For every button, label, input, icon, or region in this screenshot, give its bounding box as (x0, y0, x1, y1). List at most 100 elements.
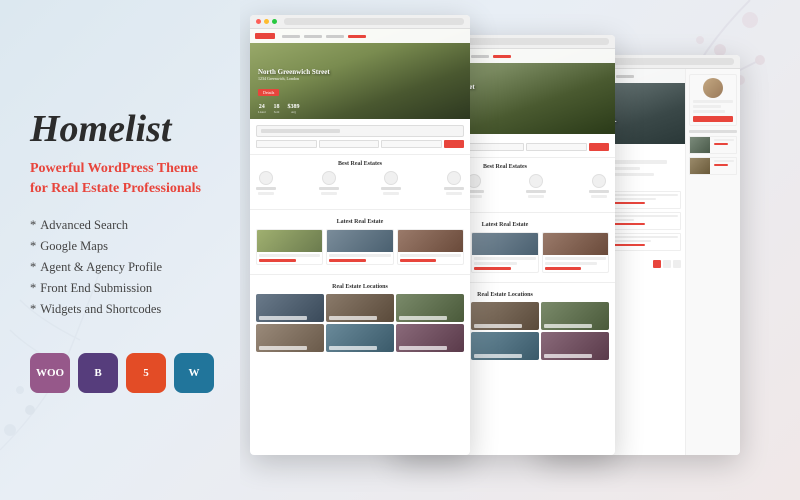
loc-label (399, 346, 447, 350)
nav-link (304, 35, 322, 38)
mockup-hero-main: North Greenwich Street 1234 Greenwich, L… (250, 29, 470, 119)
page-inactive (673, 260, 681, 268)
feature-item: Google Maps (30, 239, 260, 254)
card-price (329, 259, 366, 262)
location-3 (541, 302, 609, 330)
locations-title-main: Real Estate Locations (256, 284, 464, 290)
badge-bootstrap: B (78, 353, 118, 393)
feature-item: Agent & Agency Profile (30, 260, 260, 275)
nav-links (282, 35, 366, 38)
listing-img (690, 158, 710, 174)
card-img (398, 230, 463, 252)
card-title-line (474, 257, 535, 260)
stat-2: 18 Sold (274, 104, 280, 114)
feature-icon (322, 171, 336, 185)
badge-html5: 5 (126, 353, 166, 393)
brand-title: Homelist (30, 107, 260, 151)
latest-card-1 (256, 229, 323, 265)
icon-item (319, 171, 339, 195)
pagination (653, 260, 681, 268)
location-label (544, 354, 592, 358)
card-body (543, 255, 608, 272)
section-divider (250, 209, 470, 210)
loc-label (259, 346, 307, 350)
sidebar-listing-1 (689, 136, 737, 154)
nav-link (616, 75, 634, 78)
loc-5 (326, 324, 394, 352)
nav-link (326, 35, 344, 38)
card-price (400, 259, 437, 262)
mockup-nav-main (250, 29, 470, 43)
feature-item: Front End Submission (30, 281, 260, 296)
mockup-bar-main (250, 15, 470, 29)
agent-btn (693, 116, 733, 122)
loc-3 (396, 294, 464, 322)
listing-price (714, 164, 728, 166)
icon-item (526, 174, 546, 198)
search-button[interactable] (589, 143, 609, 151)
loc-1 (256, 294, 324, 322)
latest-cards (256, 229, 464, 265)
left-panel: Homelist Powerful WordPress Theme for Re… (30, 0, 260, 500)
location-label (544, 324, 592, 328)
card-body (327, 252, 392, 264)
feature-sublabel (446, 192, 462, 195)
location-5 (471, 332, 539, 360)
feature-item: Widgets and Shortcodes (30, 302, 260, 317)
loc-2 (326, 294, 394, 322)
mockup-main: North Greenwich Street 1234 Greenwich, L… (250, 15, 470, 455)
sidebar-heading (689, 130, 737, 133)
feature-icon (259, 171, 273, 185)
dot-yellow (264, 19, 269, 24)
card-line (259, 254, 320, 257)
stat-3: $389 Avg (288, 104, 300, 114)
latest-title: Latest Real Estate (256, 219, 464, 225)
location-label (474, 324, 522, 328)
card-line (400, 254, 461, 257)
listing-info (712, 158, 736, 174)
feature-label (381, 187, 401, 190)
latest-card-3 (397, 229, 464, 265)
icon-item (444, 171, 464, 195)
card-image (543, 233, 608, 255)
property-card-2 (471, 232, 538, 273)
feature-label (589, 190, 609, 193)
card-price (474, 267, 511, 270)
feature-sublabel (383, 192, 399, 195)
search-field-3 (381, 140, 442, 148)
card-body (472, 255, 537, 272)
feature-item: Advanced Search (30, 218, 260, 233)
card-price (259, 259, 296, 262)
listing-line (714, 160, 734, 162)
card-body (257, 252, 322, 264)
feature-icon (529, 174, 543, 188)
card-info-line (545, 262, 597, 265)
sidebar-listing-2 (689, 157, 737, 175)
card-line (329, 254, 390, 257)
card-price (545, 267, 582, 270)
icon-item (589, 174, 609, 198)
locations-grid-main (256, 294, 464, 352)
url-bar (284, 18, 464, 25)
card-info-line (474, 262, 517, 265)
latest-card-2 (326, 229, 393, 265)
search-field (526, 143, 587, 151)
card-body (398, 252, 463, 264)
screenshots-area: The Knightsbridge Ap. (240, 0, 800, 500)
card-img (257, 230, 322, 252)
listing-img (690, 137, 710, 153)
search-button[interactable] (444, 140, 464, 148)
loc-4 (256, 324, 324, 352)
section-title-main: Best Real Estates (256, 161, 464, 167)
badge-woocommerce: WOO (30, 353, 70, 393)
agent-title (693, 105, 721, 108)
latest-section-main: Latest Real Estate (250, 213, 470, 271)
card-img (327, 230, 392, 252)
nav-link-active (348, 35, 366, 38)
location-label (474, 354, 522, 358)
card-title-line (545, 257, 606, 260)
features-icons-main (256, 171, 464, 195)
page-active (653, 260, 661, 268)
mockup-right-sidebar (685, 69, 740, 455)
agent-contact (693, 110, 725, 113)
